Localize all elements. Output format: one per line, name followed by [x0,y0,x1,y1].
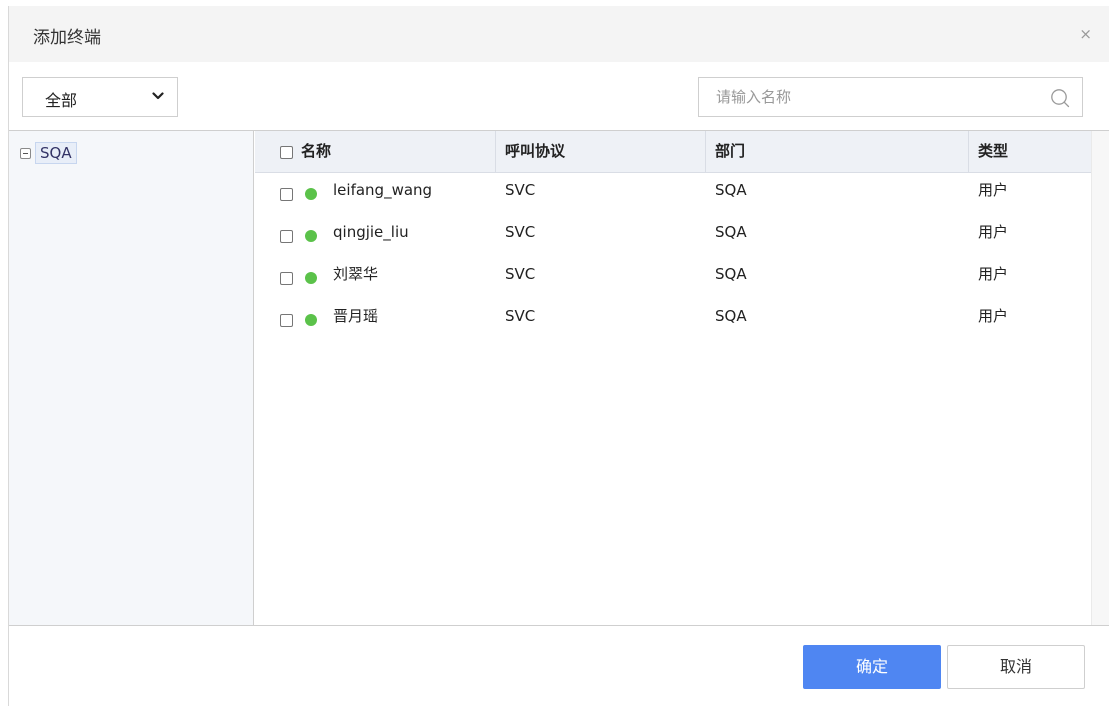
main-area: SQA 名称 呼叫协议 部门 类型 leifang_wang SVC SQA 用… [9,130,1109,626]
tree-node-sqa[interactable]: SQA [20,141,77,165]
scope-select[interactable]: 全部 [22,77,178,117]
vertical-scrollbar[interactable] [1091,131,1109,625]
dialog-footer: 确定 取消 [9,626,1109,706]
column-header-type[interactable]: 类型 [978,131,1008,173]
table-header: 名称 呼叫协议 部门 类型 [255,131,1091,173]
column-divider [495,131,496,173]
add-terminal-dialog: 添加终端 × 全部 SQA 名称 呼叫协议 [8,6,1109,706]
cell-type: 用户 [978,223,1009,241]
online-status-icon [305,272,317,284]
table-row[interactable]: qingjie_liu SVC SQA 用户 [255,215,1091,257]
online-status-icon [305,188,317,200]
column-divider [968,131,969,173]
cell-type: 用户 [978,307,1009,325]
collapse-icon[interactable] [20,147,31,159]
online-status-icon [305,314,317,326]
row-checkbox[interactable] [280,272,293,285]
chevron-down-icon [152,92,164,100]
cell-type: 用户 [978,181,1009,199]
search-icon[interactable] [1050,88,1070,108]
cell-department: SQA [715,181,747,199]
close-button[interactable]: × [1079,26,1092,42]
cell-protocol: SVC [505,265,536,283]
search-box [698,77,1083,117]
tree-node-label[interactable]: SQA [35,142,77,164]
dialog-title: 添加终端 [33,28,101,48]
scope-select-value: 全部 [45,91,78,110]
cell-department: SQA [715,265,747,283]
cell-protocol: SVC [505,307,536,325]
column-header-department[interactable]: 部门 [715,131,745,173]
column-header-name[interactable]: 名称 [301,131,331,173]
table-row[interactable]: 晋月瑶 SVC SQA 用户 [255,299,1091,341]
department-tree: SQA [9,131,254,625]
cell-department: SQA [715,223,747,241]
cancel-button[interactable]: 取消 [947,645,1085,689]
dialog-header: 添加终端 × [9,6,1109,62]
table-row[interactable]: leifang_wang SVC SQA 用户 [255,173,1091,215]
column-divider [705,131,706,173]
cell-protocol: SVC [505,223,536,241]
cell-name: 晋月瑶 [333,307,379,325]
cell-type: 用户 [978,265,1009,283]
online-status-icon [305,230,317,242]
table-row[interactable]: 刘翠华 SVC SQA 用户 [255,257,1091,299]
row-checkbox[interactable] [280,230,293,243]
column-header-protocol[interactable]: 呼叫协议 [505,131,565,173]
cell-name: qingjie_liu [333,223,409,241]
row-checkbox[interactable] [280,314,293,327]
cell-name: 刘翠华 [333,265,379,283]
terminal-table: 名称 呼叫协议 部门 类型 leifang_wang SVC SQA 用户 qi… [255,131,1091,625]
cell-department: SQA [715,307,747,325]
search-input[interactable] [700,79,1040,115]
cell-name: leifang_wang [333,181,433,199]
row-checkbox[interactable] [280,188,293,201]
confirm-button[interactable]: 确定 [803,645,941,689]
select-all-checkbox[interactable] [280,146,293,159]
cell-protocol: SVC [505,181,536,199]
